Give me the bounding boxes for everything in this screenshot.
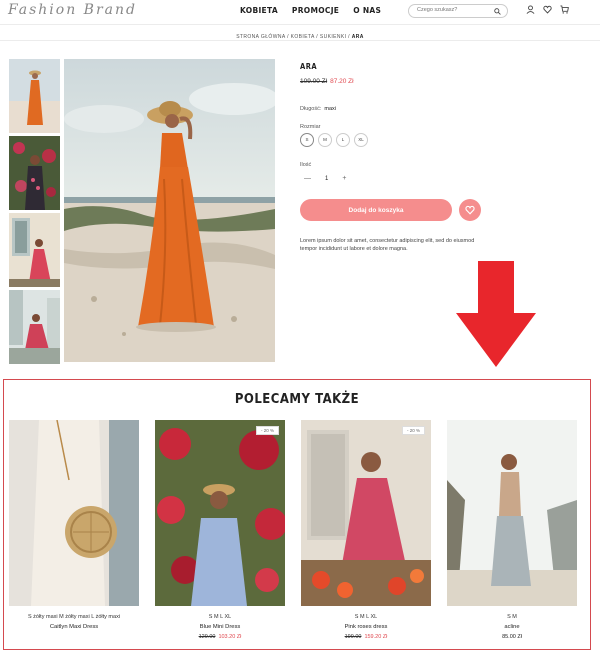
card-old-price: 129.00 [198,634,216,640]
quantity-decrease-button[interactable]: — [304,175,311,182]
search-input[interactable] [417,7,493,13]
card-name[interactable]: Pink roses dress [301,624,431,630]
card-sizes: S żółty maxi M żółty maxi L żółty maxi [27,614,121,620]
site-header: Fashion Brand KOBIETA PROMOCJE O NAS [0,0,600,24]
cart-icon[interactable] [560,5,569,14]
thumbnail-1-image [9,59,60,133]
size-label: Rozmiar [300,124,321,130]
main-nav: KOBIETA PROMOCJE O NAS [240,6,381,15]
product-price: 109.00 Zł 87.20 Zł [300,78,480,85]
product-card-image[interactable]: - 20 % [301,420,431,606]
quantity-increase-button[interactable]: + [342,175,346,182]
thumbnail-2[interactable] [9,136,60,210]
product-card-image[interactable]: - 20 % [155,420,285,606]
product-description: Lorem ipsum dolor sit amet, consectetur … [300,238,475,252]
nav-promocje[interactable]: PROMOCJE [292,6,339,15]
product-card-photo [155,420,285,606]
card-sizes: S M L XL [208,614,232,620]
add-to-cart-button[interactable]: Dodaj do koszyka [300,199,452,221]
quantity-value[interactable]: 1 [325,176,328,182]
nav-kobieta[interactable]: KOBIETA [240,6,278,15]
product-info: ARA 109.00 Zł 87.20 Zł Długość: maxi Rozmi… [300,62,481,252]
card-name[interactable]: acline [447,624,577,630]
search-box [408,4,508,18]
search-icon[interactable] [494,8,501,15]
breadcrumb-path[interactable]: STRONA GŁÓWNA / KOBIETA / SUKIENKI / [236,34,352,40]
card-price: 199.00 159.20 Zł [301,634,431,640]
size-option-xl[interactable]: XL [354,133,368,147]
breadcrumb: STRONA GŁÓWNA / KOBIETA / SUKIENKI / ARA [0,24,600,41]
thumbnail-3-image [9,213,60,287]
product-card-image[interactable] [9,420,139,606]
length-row: Długość: maxi [300,106,336,112]
size-option-s[interactable]: S [300,133,314,147]
card-sizes: S M [507,614,517,620]
product-title: ARA [300,62,318,71]
card-sizes: S M L XL [354,614,378,620]
size-option-m[interactable]: M [318,133,332,147]
card-regular-price: 85.00 Zł [502,634,522,640]
recommendations-section: POLECAMY TAKŻE S żółty maxi M żółty maxi… [3,379,591,650]
heart-icon[interactable] [543,5,552,14]
old-price: 109.00 Zł [300,78,328,85]
thumbnail-1[interactable] [9,59,60,133]
product-card-photo [447,420,577,606]
sale-price: 87.20 Zł [330,78,354,85]
card-name[interactable]: Blue Mini Dress [155,624,285,630]
product-main-image[interactable] [64,59,275,362]
card-price: 129.00 103.20 Zł [155,634,285,640]
product-thumbnails [9,59,60,367]
product-card[interactable]: - 20 % S M L XL Blue Mini Dress 129.00 10… [155,420,285,640]
user-icon[interactable] [526,5,535,14]
wishlist-button[interactable] [459,199,481,221]
red-arrow-icon [456,261,536,367]
product-card[interactable]: - 20 % S M L XL Pink roses dress 199.00 1… [301,420,431,640]
product-card-photo [301,420,431,606]
size-option-l[interactable]: L [336,133,350,147]
quantity-stepper: — 1 + [304,175,346,182]
product-card-photo [9,420,139,606]
product-card[interactable]: S żółty maxi M żółty maxi L żółty maxi C… [9,420,139,630]
product-card[interactable]: S M acline 85.00 Zł [447,420,577,640]
length-label: Długość: [300,106,322,112]
product-photo [64,59,275,362]
thumbnail-4-image [9,290,60,364]
breadcrumb-current: ARA [351,34,364,40]
thumbnail-2-image [9,136,60,210]
thumbnail-4[interactable] [9,290,60,364]
card-sale-price: 103.20 Zł [218,634,242,640]
card-old-price: 199.00 [344,634,362,640]
header-icons [526,5,569,14]
discount-badge: - 20 % [255,426,279,435]
product-card-image[interactable] [447,420,577,606]
heart-icon [465,205,475,215]
recommendations-title: POLECAMY TAKŻE [234,392,360,407]
size-selector: S M L XL [300,133,368,147]
nav-o-nas[interactable]: O NAS [353,6,381,15]
brand-logo[interactable]: Fashion Brand [8,2,137,18]
thumbnail-3[interactable] [9,213,60,287]
discount-badge: - 20 % [401,426,425,435]
length-value: maxi [324,106,337,112]
quantity-label: Ilość [300,162,312,168]
card-sale-price: 159.20 Zł [364,634,388,640]
card-price: 85.00 Zł [447,634,577,640]
card-name[interactable]: Caitlyn Maxi Dress [9,624,139,630]
